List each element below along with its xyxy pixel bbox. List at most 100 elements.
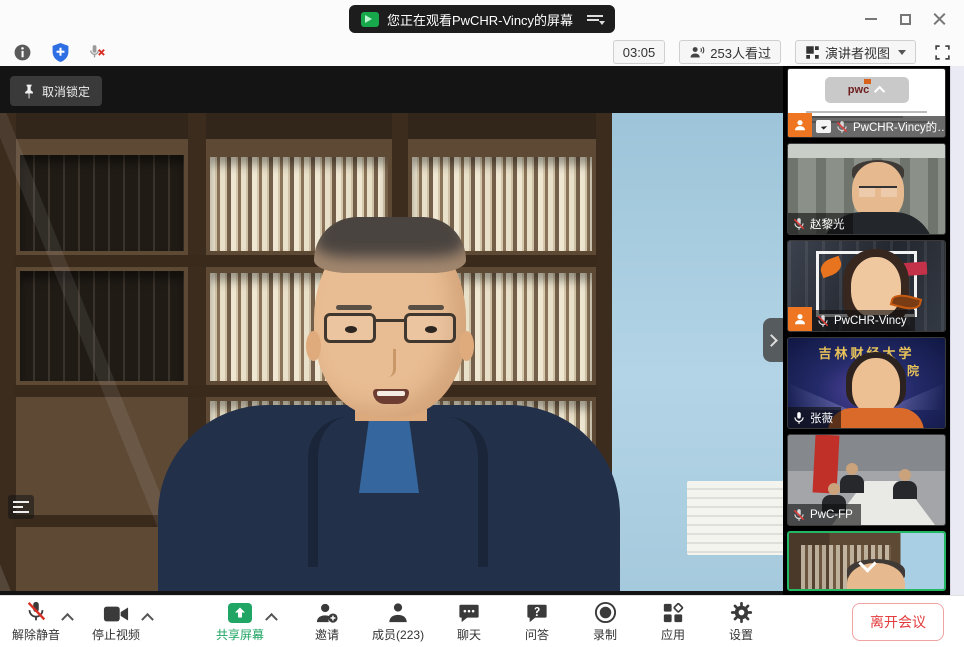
agenda-list-button[interactable]	[8, 495, 34, 519]
audio-options-chevron[interactable]	[60, 602, 74, 632]
stop-video-button[interactable]: 停止视频	[92, 600, 140, 643]
members-label: 成员(223)	[372, 626, 424, 643]
maximize-button[interactable]	[888, 4, 922, 34]
minimize-button[interactable]	[854, 4, 888, 34]
stage: 取消锁定	[0, 66, 783, 595]
pin-icon	[22, 84, 35, 99]
viewer-count-label: 253人看过	[710, 43, 771, 62]
participant-namebar: PwCHR-Vincy	[812, 310, 915, 331]
timer-value: 03:05	[623, 45, 656, 60]
participant-name: PwCHR-Vincy	[834, 315, 907, 327]
sidebar-collapse-handle[interactable]	[763, 318, 783, 362]
invite-button[interactable]: 邀请	[304, 600, 350, 643]
viewer-count-button[interactable]: 253人看过	[679, 40, 781, 64]
video-paper-stack	[687, 481, 783, 555]
share-screen-label: 共享屏幕	[216, 626, 264, 643]
screen-share-icon	[361, 12, 379, 27]
participant-namebar: 赵黎光	[788, 213, 853, 234]
audio-muted-icon	[88, 43, 108, 61]
thumbnail-participant[interactable]: 吉林财经大学 院 张薇	[787, 337, 946, 429]
thumbnail-participant[interactable]: PwCHR-Vincy	[787, 240, 946, 332]
shield-plus-icon	[51, 42, 70, 63]
sharing-indicator-icon	[816, 120, 831, 133]
unmute-label: 解除静音	[12, 626, 60, 643]
mic-muted-icon	[816, 314, 830, 328]
qa-icon	[526, 602, 548, 624]
speaker-jacket	[158, 405, 620, 591]
thumbnail-active-speaker[interactable]	[787, 531, 946, 591]
audio-disconnected-button[interactable]	[86, 40, 110, 64]
minimize-icon	[865, 18, 877, 20]
view-mode-button[interactable]: 演讲者视图	[795, 40, 916, 64]
view-mode-label: 演讲者视图	[825, 43, 890, 62]
chevron-up-icon	[874, 86, 885, 97]
participant-name: PwCHR-Vincy的…	[853, 119, 946, 135]
chat-label: 聊天	[457, 626, 481, 643]
mic-muted-icon	[835, 120, 849, 134]
members-button[interactable]: 成员(223)	[372, 600, 424, 643]
apps-grid-icon	[662, 602, 684, 624]
participant-namebar: PwC-FP	[788, 504, 861, 525]
scroll-down-chevron-icon[interactable]	[860, 557, 874, 571]
main-area: 取消锁定	[0, 66, 964, 595]
sidebar-scrollbar[interactable]	[950, 66, 964, 595]
pwc-logo: pwc	[848, 84, 869, 96]
banner-menu-icon[interactable]	[587, 13, 603, 25]
unmute-button[interactable]: 解除静音	[12, 600, 60, 643]
mic-muted-icon	[24, 600, 48, 624]
titlebar: 您正在观看PwCHR-Vincy的屏幕	[0, 0, 964, 38]
person-badge-icon	[793, 312, 807, 326]
participants-sidebar: pwc PwCHR-Vinc	[783, 66, 950, 595]
maximize-icon	[900, 14, 911, 25]
meeting-window: 您正在观看PwCHR-Vincy的屏幕	[0, 0, 964, 647]
speaker-figure	[0, 113, 610, 591]
participant-name: 张薇	[810, 410, 833, 426]
unpin-video-button[interactable]: 取消锁定	[10, 76, 102, 106]
mic-muted-icon	[792, 508, 806, 522]
speaker-face	[314, 221, 466, 417]
meeting-info-button[interactable]	[10, 40, 34, 64]
leave-meeting-button[interactable]: 离开会议	[852, 603, 944, 641]
virtual-background-text2: 院	[907, 362, 919, 379]
view-mode-caret-icon	[898, 50, 906, 55]
share-options-chevron[interactable]	[264, 602, 278, 632]
mic-on-icon	[792, 411, 806, 425]
participant-namebar: PwCHR-Vincy的…	[812, 116, 946, 137]
host-badge	[788, 307, 812, 331]
thumbnail-participant[interactable]: 赵黎光	[787, 143, 946, 235]
info-icon	[13, 43, 32, 62]
person-badge-icon	[793, 118, 807, 132]
share-screen-icon	[227, 602, 253, 624]
video-options-chevron[interactable]	[140, 602, 154, 632]
window-header: 您正在观看PwCHR-Vincy的屏幕	[0, 0, 964, 66]
meeting-toolbar: 03:05 253人看过 演讲者视图	[0, 38, 964, 66]
unpin-label: 取消锁定	[42, 83, 90, 100]
thumbnail-screen-share[interactable]: pwc PwCHR-Vinc	[787, 68, 946, 138]
mic-muted-icon	[792, 217, 806, 231]
record-button[interactable]: 录制	[582, 600, 628, 643]
settings-button[interactable]: 设置	[718, 600, 764, 643]
window-controls	[854, 0, 956, 38]
share-screen-button[interactable]: 共享屏幕	[216, 600, 264, 643]
close-icon	[933, 13, 946, 26]
gear-icon	[730, 601, 753, 624]
encryption-shield-button[interactable]	[48, 40, 72, 64]
invite-person-icon	[315, 602, 339, 624]
camera-icon	[103, 604, 129, 624]
chat-button[interactable]: 聊天	[446, 600, 492, 643]
fullscreen-button[interactable]	[930, 40, 954, 64]
viewers-icon	[689, 45, 705, 59]
close-button[interactable]	[922, 4, 956, 34]
chat-icon	[458, 602, 480, 624]
participant-name: PwC-FP	[810, 509, 853, 521]
thumbnail-participant[interactable]: PwC-FP	[787, 434, 946, 526]
record-icon	[594, 601, 617, 624]
qa-button[interactable]: 问答	[514, 600, 560, 643]
speaker-glasses	[324, 313, 456, 343]
apps-button[interactable]: 应用	[650, 600, 696, 643]
invite-label: 邀请	[315, 626, 339, 643]
screen-watch-banner[interactable]: 您正在观看PwCHR-Vincy的屏幕	[349, 5, 615, 33]
host-badge	[788, 113, 812, 137]
apps-label: 应用	[661, 626, 685, 643]
share-preview-collapse-button[interactable]: pwc	[825, 77, 909, 103]
